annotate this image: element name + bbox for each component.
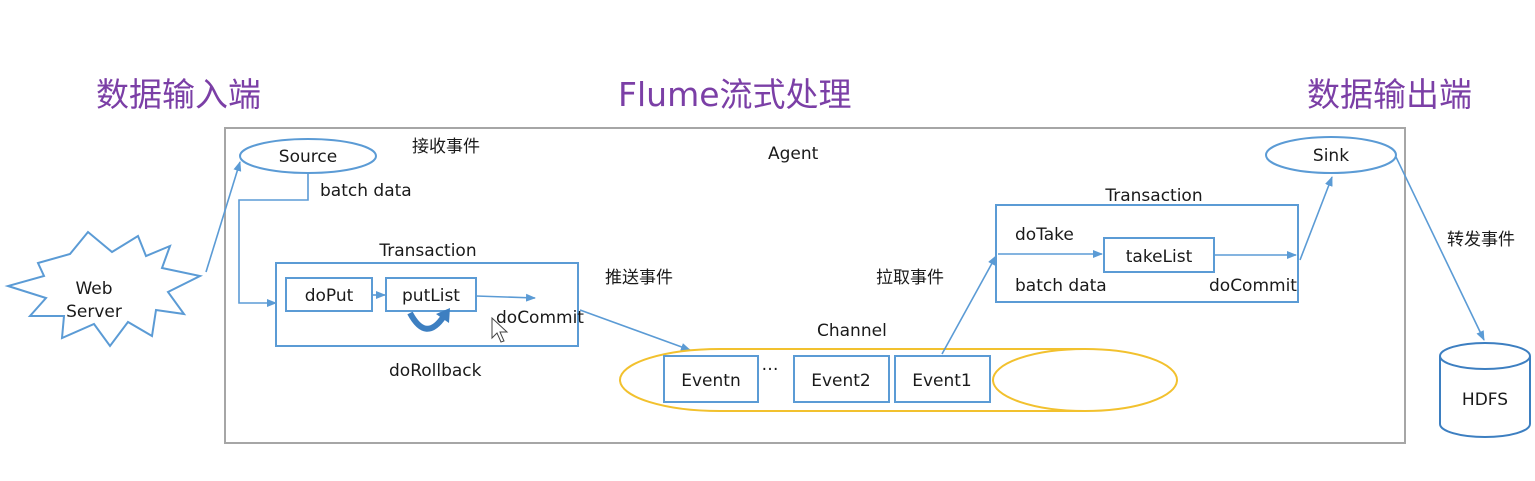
- dorollback-label: doRollback: [389, 361, 482, 381]
- event-1-label: Event1: [912, 371, 972, 391]
- source-batch-label: batch data: [320, 181, 412, 201]
- push-events-label: 推送事件: [605, 268, 673, 288]
- put-to-channel-arrow: [579, 309, 691, 351]
- webserver-to-source-arrow: [205, 161, 242, 273]
- pull-events-label: 拉取事件: [876, 268, 944, 288]
- dotake-label: doTake: [1015, 225, 1074, 245]
- event-ellipsis: …: [762, 355, 779, 375]
- sink-label: Sink: [1313, 146, 1349, 166]
- source-receive-label: 接收事件: [412, 137, 480, 157]
- hdfs-label: HDFS: [1462, 390, 1508, 410]
- put-docommit-label: doCommit: [496, 308, 584, 328]
- heading-output: 数据输出端: [1307, 75, 1472, 114]
- heading-center: Flume流式处理: [618, 75, 852, 114]
- channel-label: Channel: [817, 321, 887, 341]
- heading-input: 数据输入端: [96, 75, 261, 114]
- flume-diagram: 数据输入端 Flume流式处理 数据输出端 Agent Web Server S…: [4, 75, 1531, 444]
- source-label: Source: [279, 147, 337, 167]
- put-tx-title: Transaction: [378, 241, 476, 261]
- hdfs-cylinder-top: [1439, 342, 1531, 370]
- web-server-line1: Web: [75, 279, 112, 299]
- event-n-label: Eventn: [681, 371, 740, 391]
- web-server-line2: Server: [66, 302, 122, 322]
- agent-label: Agent: [768, 144, 819, 164]
- takelist-label: takeList: [1126, 247, 1193, 267]
- take-to-sink-arrow: [1299, 176, 1333, 261]
- event-2-label: Event2: [811, 371, 871, 391]
- take-tx-title: Transaction: [1104, 186, 1202, 206]
- doput-label: doPut: [305, 286, 354, 306]
- forward-events-label: 转发事件: [1447, 230, 1515, 250]
- channel-to-take-arrow: [941, 255, 997, 355]
- take-docommit-label: doCommit: [1209, 276, 1297, 296]
- channel-cylinder-end: [992, 348, 1178, 412]
- take-batch-label: batch data: [1015, 276, 1107, 296]
- putlist-label: putList: [402, 286, 460, 306]
